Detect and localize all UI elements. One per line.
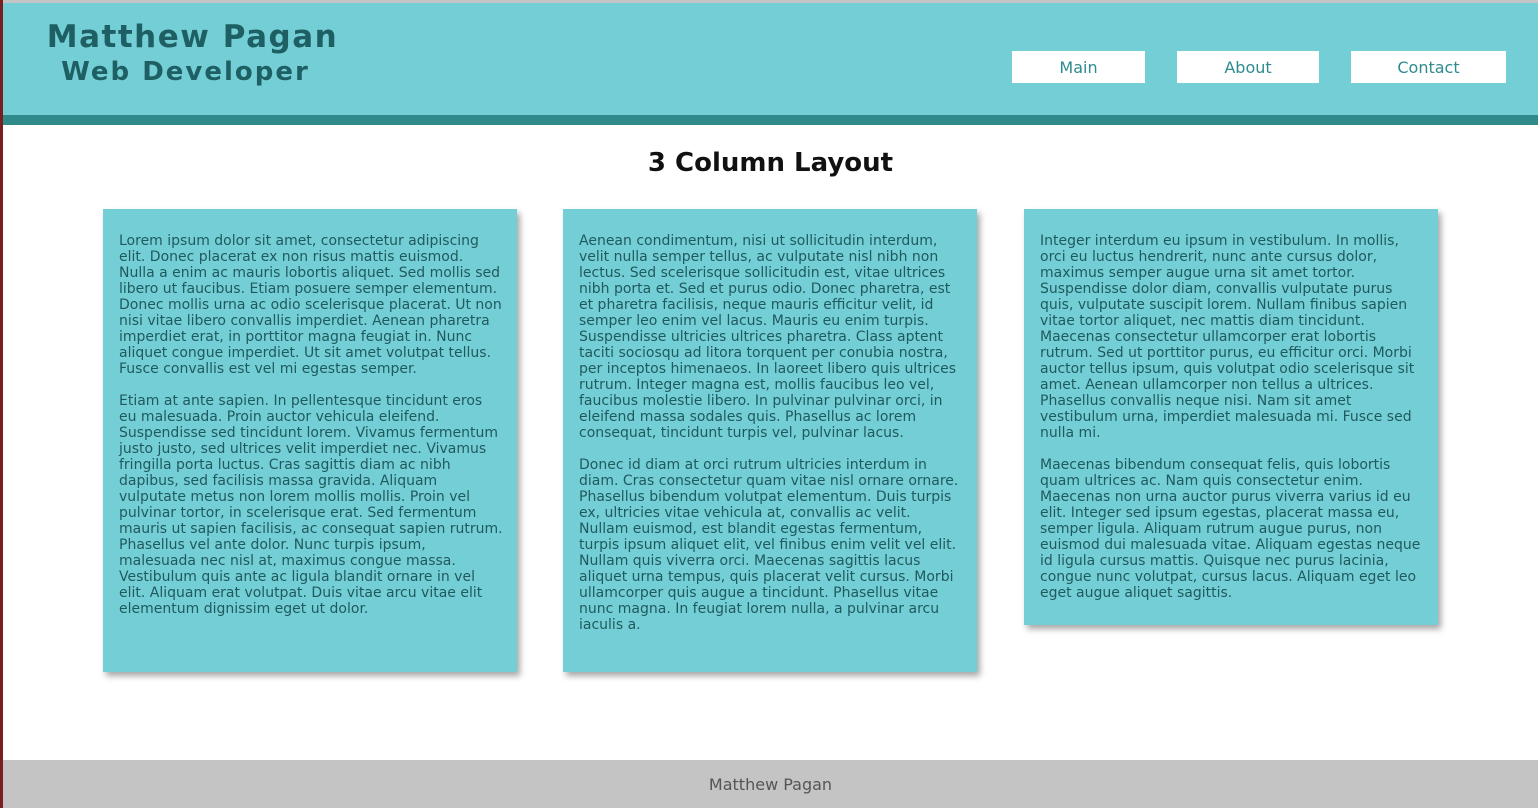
- header-stripe: [3, 115, 1538, 125]
- column-3-paragraph-2: Maecenas bibendum consequat felis, quis …: [1040, 457, 1421, 601]
- nav-main-button[interactable]: Main: [1012, 51, 1145, 83]
- column-2: Aenean condimentum, nisi ut sollicitudin…: [563, 209, 977, 672]
- main-nav: Main About Contact: [3, 51, 1538, 83]
- site-header: Matthew Pagan Web Developer Main About C…: [3, 3, 1538, 115]
- column-2-paragraph-2: Donec id diam at orci rutrum ultricies i…: [579, 457, 959, 633]
- page-title: 3 Column Layout: [647, 148, 894, 178]
- column-1: Lorem ipsum dolor sit amet, consectetur …: [103, 209, 517, 672]
- footer-text: Matthew Pagan: [708, 774, 833, 794]
- column-2-paragraph-1: Aenean condimentum, nisi ut sollicitudin…: [579, 233, 957, 441]
- column-3-paragraph-1: Integer interdum eu ipsum in vestibulum.…: [1040, 233, 1415, 441]
- column-3: Integer interdum eu ipsum in vestibulum.…: [1024, 209, 1438, 625]
- site-footer: Matthew Pagan: [3, 760, 1538, 808]
- column-1-paragraph-2: Etiam at ante sapien. In pellentesque ti…: [119, 393, 503, 617]
- brand-name: Matthew Pagan: [46, 19, 339, 55]
- nav-about-button[interactable]: About: [1177, 51, 1319, 83]
- column-1-paragraph-1: Lorem ipsum dolor sit amet, consectetur …: [119, 233, 502, 377]
- page: Matthew Pagan Web Developer Main About C…: [0, 0, 1538, 808]
- nav-contact-button[interactable]: Contact: [1351, 51, 1506, 83]
